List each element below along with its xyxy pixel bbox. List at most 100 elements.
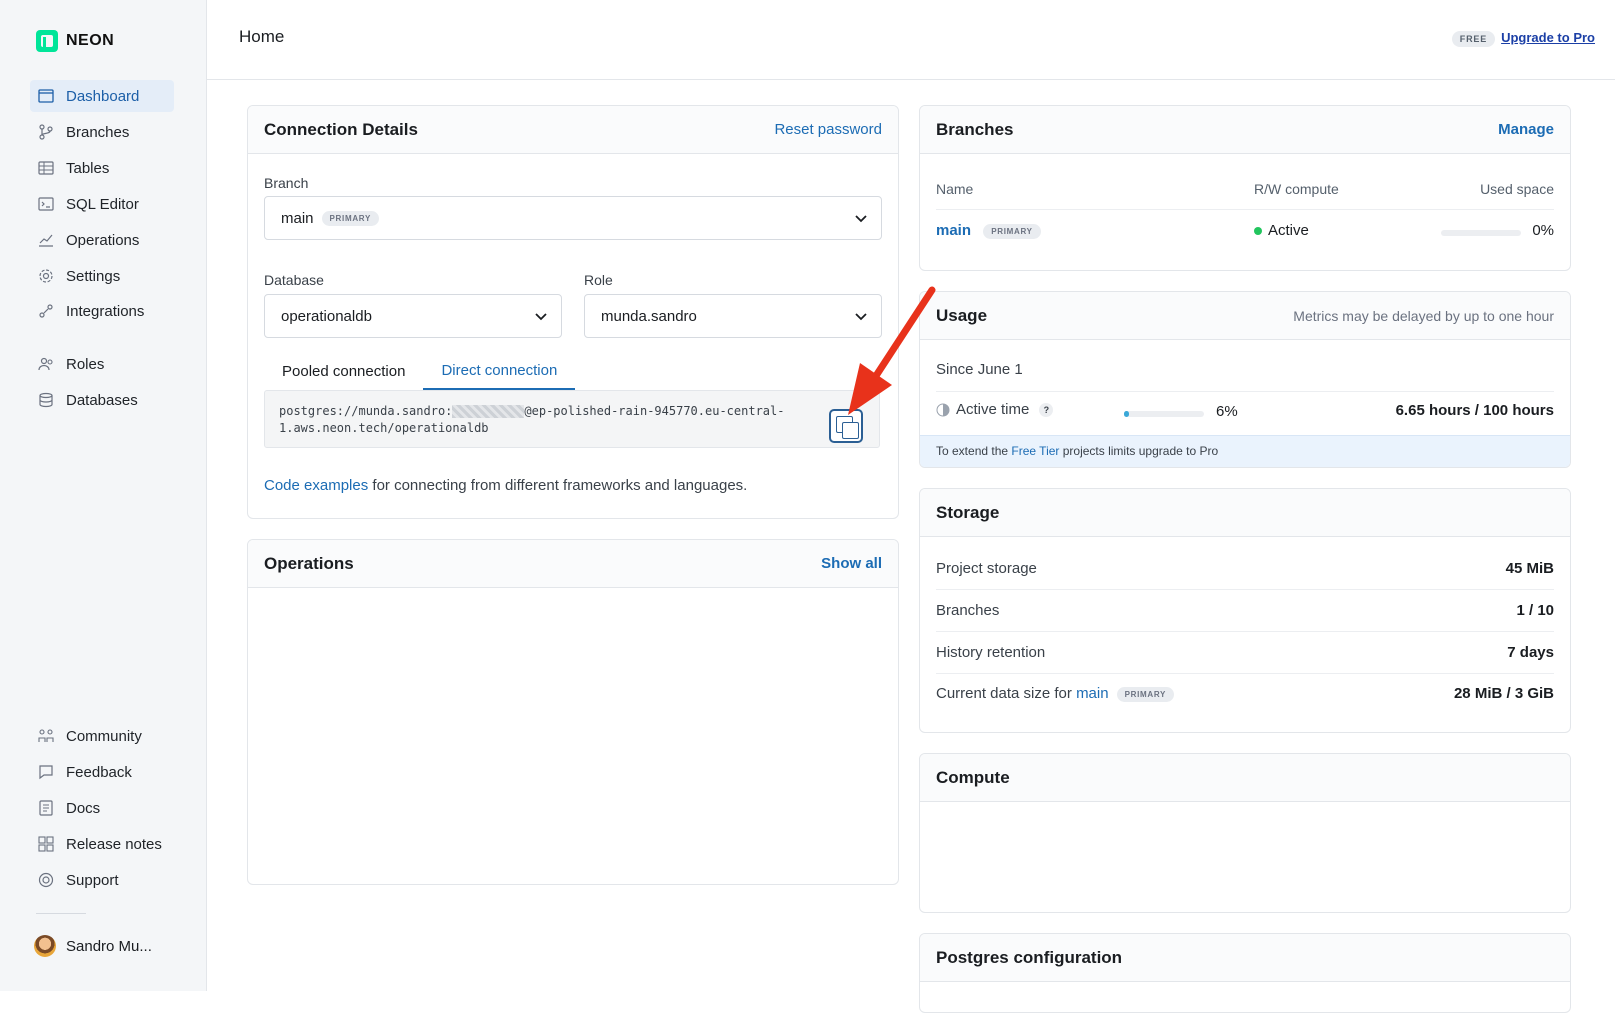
- sidebar-item-tables[interactable]: Tables: [30, 152, 174, 184]
- card-header: Usage Metrics may be delayed by up to on…: [920, 292, 1570, 340]
- sidebar-item-roles[interactable]: Roles: [30, 348, 174, 380]
- card-header: Operations Show all: [248, 540, 898, 588]
- chevron-down-icon: [535, 313, 547, 321]
- connection-string-prefix: postgres://munda.sandro:: [279, 404, 453, 418]
- brand-name: NEON: [66, 32, 115, 49]
- sidebar-item-operations[interactable]: Operations: [30, 224, 174, 256]
- manage-link[interactable]: Manage: [1498, 121, 1554, 138]
- role-value: munda.sandro: [601, 307, 697, 325]
- free-tier-link[interactable]: Free Tier: [1011, 444, 1059, 458]
- column-header-name: Name: [936, 181, 974, 197]
- branch-select[interactable]: main PRIMARY: [264, 196, 882, 240]
- sidebar-item-docs[interactable]: Docs: [30, 792, 174, 824]
- active-time-row: Active time ?: [936, 401, 1054, 418]
- sidebar-item-label: Community: [66, 727, 142, 745]
- avatar: [34, 935, 56, 957]
- status-text: Active: [1268, 222, 1309, 239]
- tab-direct-connection[interactable]: Direct connection: [423, 352, 576, 390]
- user-menu[interactable]: Sandro Mu...: [34, 935, 152, 957]
- connection-string[interactable]: postgres://munda.sandro: @ep-polished-rai…: [264, 390, 880, 448]
- card-title: Compute: [936, 767, 1010, 787]
- page-title: Home: [239, 27, 285, 46]
- code-examples-text: for connecting from different frameworks…: [368, 477, 748, 494]
- sidebar-item-databases[interactable]: Databases: [30, 384, 174, 416]
- help-icon[interactable]: ?: [1039, 402, 1054, 417]
- sidebar-item-integrations[interactable]: Integrations: [30, 295, 174, 327]
- community-icon: [38, 728, 54, 744]
- sidebar-item-community[interactable]: Community: [30, 720, 174, 752]
- sidebar-item-settings[interactable]: Settings: [30, 260, 174, 292]
- sidebar-item-label: Support: [66, 871, 119, 889]
- sidebar-item-sql-editor[interactable]: SQL Editor: [30, 188, 174, 220]
- gear-icon: [38, 268, 54, 284]
- grid-icon: [38, 836, 54, 852]
- copy-button[interactable]: [829, 409, 863, 443]
- primary-badge: PRIMARY: [321, 210, 380, 226]
- used-space-bar: [1441, 230, 1521, 236]
- history-retention-label: History retention: [936, 644, 1046, 661]
- row-divider: [936, 631, 1554, 632]
- chevron-down-icon: [855, 313, 867, 321]
- card-header: Compute: [920, 754, 1570, 802]
- role-select[interactable]: munda.sandro: [584, 294, 882, 338]
- used-space-value: 0%: [1532, 222, 1554, 239]
- branch-label: Branch: [264, 175, 309, 191]
- postgres-configuration-card: Postgres configuration: [919, 933, 1571, 1013]
- table-icon: [38, 160, 54, 176]
- sidebar-item-dashboard[interactable]: Dashboard: [30, 80, 174, 112]
- card-header: Postgres configuration: [920, 934, 1570, 982]
- dashboard-icon: [38, 88, 54, 104]
- sidebar-item-label: Settings: [66, 267, 121, 285]
- active-time-percent: 6%: [1216, 403, 1238, 420]
- sidebar-item-label: Roles: [66, 355, 105, 373]
- usage-card: Usage Metrics may be delayed by up to on…: [919, 291, 1571, 468]
- docs-icon: [38, 800, 54, 816]
- primary-badge: PRIMARY: [983, 223, 1041, 239]
- sidebar-item-label: Tables: [66, 159, 110, 177]
- sidebar-item-label: Docs: [66, 799, 101, 817]
- sidebar-divider: [36, 913, 86, 914]
- role-label: Role: [584, 272, 613, 288]
- row-divider: [936, 673, 1554, 674]
- connection-tabs: Pooled connection Direct connection: [264, 352, 576, 390]
- active-time-hours: 6.65 hours / 100 hours: [1395, 402, 1554, 419]
- neon-logo[interactable]: NEON: [36, 30, 114, 52]
- storage-card: Storage Project storage 45 MiB Branches …: [919, 488, 1571, 733]
- connection-string-line2: 1.aws.neon.tech/operationaldb: [279, 421, 489, 435]
- card-header: Storage: [920, 489, 1570, 537]
- current-data-size-value: 28 MiB / 3 GiB: [1453, 685, 1554, 702]
- banner-text-pre: To extend the: [936, 444, 1012, 458]
- clock-icon: [936, 403, 950, 416]
- sidebar-item-support[interactable]: Support: [30, 864, 174, 896]
- branch-name-link[interactable]: main: [936, 222, 971, 239]
- upgrade-link[interactable]: Upgrade to Pro: [1501, 30, 1595, 45]
- active-time-label: Active time: [956, 401, 1030, 418]
- tab-pooled-connection[interactable]: Pooled connection: [264, 352, 423, 390]
- show-all-link[interactable]: Show all: [821, 555, 882, 572]
- plan-badge: FREE: [1451, 31, 1495, 47]
- compute-status: Active: [1254, 222, 1309, 239]
- current-branch-link[interactable]: main: [1076, 685, 1109, 702]
- sidebar-item-release-notes[interactable]: Release notes: [30, 828, 174, 860]
- history-retention-value: 7 days: [1507, 644, 1554, 661]
- status-dot-icon: [1254, 227, 1262, 236]
- sidebar-item-feedback[interactable]: Feedback: [30, 756, 174, 788]
- connection-details-card: Connection Details Reset password Branch…: [247, 105, 899, 519]
- current-data-size-label: Current data size for main PRIMARY: [936, 685, 1175, 702]
- column-header-compute: R/W compute: [1254, 181, 1339, 197]
- project-storage-value: 45 MiB: [1505, 560, 1554, 577]
- sidebar-item-branches[interactable]: Branches: [30, 116, 174, 148]
- neon-logo-icon: [36, 30, 58, 52]
- compute-card: Compute: [919, 753, 1571, 913]
- lifebuoy-icon: [38, 872, 54, 888]
- database-select[interactable]: operationaldb: [264, 294, 562, 338]
- sidebar-item-label: Databases: [66, 391, 138, 409]
- branches-count-label: Branches: [936, 602, 1000, 619]
- card-title: Operations: [264, 553, 354, 573]
- user-name: Sandro Mu...: [66, 937, 152, 955]
- reset-password-link[interactable]: Reset password: [774, 121, 882, 138]
- usage-since: Since June 1: [936, 361, 1023, 378]
- integrations-icon: [38, 303, 54, 319]
- row-divider: [936, 391, 1554, 392]
- code-examples-link[interactable]: Code examples: [264, 477, 368, 494]
